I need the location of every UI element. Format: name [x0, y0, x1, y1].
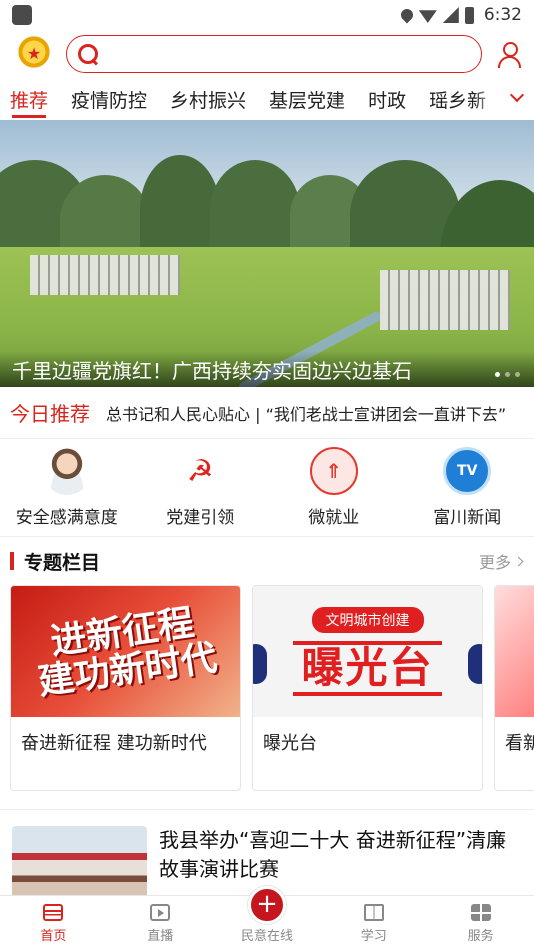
status-icons: 6:32 — [398, 5, 522, 25]
hammer-sickle-icon: ☭ — [186, 453, 214, 489]
special-card[interactable]: 文明城市创建 曝光台 曝光台 — [252, 585, 483, 791]
special-section-header: 专题栏目 更多 — [0, 537, 534, 585]
shortcut-news[interactable]: TV 富川新闻 — [401, 439, 534, 536]
tab-rural[interactable]: 乡村振兴 — [170, 78, 246, 120]
battery-icon — [464, 6, 474, 24]
plus-icon[interactable]: + — [247, 886, 286, 924]
carousel-dots — [495, 372, 520, 377]
shortcut-label: 党建引领 — [166, 508, 235, 528]
tabs-expand-button[interactable] — [474, 78, 534, 120]
location-icon — [398, 6, 416, 24]
book-icon — [363, 904, 384, 921]
banner-caption: 千里边疆党旗红！广西持续夯实固边兴边基石 — [0, 351, 534, 387]
shortcut-label: 微就业 — [308, 508, 360, 528]
nav-study[interactable]: 学习 — [320, 896, 427, 950]
user-icon[interactable] — [494, 39, 524, 69]
job-icon: ⇑ — [309, 447, 358, 495]
today-label: 今日推荐 — [10, 402, 90, 426]
tab-epidemic[interactable]: 疫情防控 — [71, 78, 147, 120]
search-input[interactable] — [105, 45, 481, 63]
more-link[interactable]: 更多 — [478, 549, 524, 573]
nav-opinion[interactable]: + 民意在线 — [214, 886, 321, 950]
shortcut-job[interactable]: ⇑ 微就业 — [267, 439, 401, 536]
special-card[interactable]: 看新 — [494, 585, 534, 791]
nav-live[interactable]: 直播 — [107, 896, 214, 950]
person-avatar-icon — [42, 447, 91, 495]
carousel-dot — [495, 372, 500, 377]
carousel-dot — [515, 372, 520, 377]
nav-label: 服务 — [467, 929, 494, 944]
special-cards: 进新征程 建功新时代 奋进新征程 建功新时代 文明城市创建 曝光台 曝光台 看新 — [0, 585, 534, 791]
bottom-nav: 首页 直播 + 民意在线 学习 服务 — [0, 886, 534, 950]
channel-tabs: 推荐 疫情防控 乡村振兴 基层党建 时政 瑶乡新 — [0, 78, 534, 120]
card-image — [495, 586, 534, 717]
nav-label: 学习 — [360, 929, 387, 944]
status-bar: 6:32 — [0, 0, 534, 30]
nav-home[interactable]: 首页 — [0, 896, 107, 950]
carousel-dot — [505, 372, 510, 377]
chevron-right-icon — [513, 556, 524, 566]
section-title: 专题栏目 — [10, 548, 100, 575]
star-icon: ★ — [26, 44, 42, 63]
status-time: 6:32 — [483, 5, 522, 25]
card-image: 进新征程 建功新时代 — [11, 586, 240, 717]
play-icon — [150, 904, 171, 921]
nav-service[interactable]: 服务 — [427, 896, 534, 950]
app-logo[interactable]: ★ — [14, 34, 54, 74]
card-title: 看新 — [505, 733, 534, 754]
card-title: 奋进新征程 建功新时代 — [21, 733, 207, 754]
shortcut-label: 富川新闻 — [433, 508, 502, 528]
special-card[interactable]: 进新征程 建功新时代 奋进新征程 建功新时代 — [10, 585, 241, 791]
search-bar[interactable] — [66, 35, 482, 73]
tab-recommend[interactable]: 推荐 — [10, 78, 48, 120]
shortcut-party[interactable]: ☭ 党建引领 — [134, 439, 268, 536]
banner-carousel[interactable]: 千里边疆党旗红！广西持续夯实固边兴边基石 — [0, 120, 534, 387]
shortcut-safety[interactable]: 安全感满意度 — [0, 439, 134, 536]
tab-politics[interactable]: 时政 — [368, 78, 406, 120]
shortcut-grid: 安全感满意度 ☭ 党建引领 ⇑ 微就业 TV 富川新闻 — [0, 439, 534, 537]
shortcut-label: 安全感满意度 — [15, 508, 118, 528]
app-header: ★ — [0, 30, 534, 78]
card-image-pill: 文明城市创建 — [311, 607, 424, 634]
nav-label: 直播 — [147, 929, 174, 944]
today-recommend[interactable]: 今日推荐 总书记和人民心贴心 | “我们老战士宣讲团会一直讲下去” — [0, 387, 534, 439]
chevron-down-icon — [509, 87, 525, 103]
wifi-icon — [418, 10, 437, 23]
more-label: 更多 — [478, 553, 511, 572]
card-image: 文明城市创建 曝光台 — [253, 586, 482, 717]
search-icon — [77, 43, 99, 65]
card-title: 曝光台 — [263, 733, 317, 754]
home-icon — [43, 904, 64, 921]
notification-icon — [12, 5, 32, 25]
nav-label: 首页 — [40, 929, 67, 944]
tv-icon: TV — [443, 447, 492, 495]
tab-party-building[interactable]: 基层党建 — [269, 78, 345, 120]
card-image-text: 曝光台 — [293, 641, 442, 696]
signal-icon — [442, 7, 459, 23]
today-headline[interactable]: 总书记和人民心贴心 | “我们老战士宣讲团会一直讲下去” — [106, 401, 506, 425]
grid-icon — [470, 904, 491, 921]
nav-label: 民意在线 — [240, 929, 293, 944]
